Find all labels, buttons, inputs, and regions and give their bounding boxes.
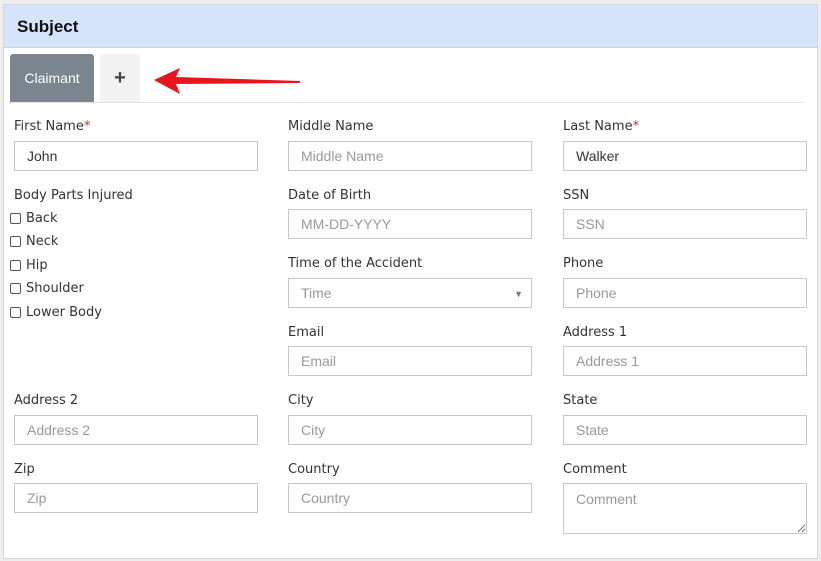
middle-name-label: Middle Name <box>288 119 374 134</box>
checkbox-label: Lower Body <box>26 304 102 320</box>
checkbox-icon[interactable] <box>10 306 21 318</box>
first-name-label: First Name* <box>14 119 91 134</box>
checkbox-shoulder[interactable]: Shoulder <box>10 278 84 298</box>
time-select[interactable]: Time ▼ <box>288 278 532 308</box>
checkbox-back[interactable]: Back <box>10 208 58 228</box>
checkbox-icon[interactable] <box>10 259 21 271</box>
checkbox-label: Neck <box>26 233 59 249</box>
comment-textarea[interactable] <box>563 483 807 534</box>
dob-input[interactable] <box>288 209 532 239</box>
middle-name-input[interactable] <box>288 141 532 171</box>
checkbox-label: Hip <box>26 257 48 273</box>
checkbox-neck[interactable]: Neck <box>10 231 58 251</box>
comment-label: Comment <box>563 462 627 477</box>
email-label: Email <box>288 325 325 340</box>
phone-input[interactable] <box>563 278 807 308</box>
country-label: Country <box>288 462 340 477</box>
zip-label: Zip <box>14 462 35 477</box>
add-tab-button[interactable]: + <box>100 54 140 102</box>
checkbox-hip[interactable]: Hip <box>10 255 48 275</box>
tab-claimant[interactable]: Claimant <box>10 54 94 102</box>
tab-divider <box>10 102 804 103</box>
state-label: State <box>563 393 598 408</box>
city-label: City <box>288 393 314 408</box>
time-select-value: Time <box>301 285 332 301</box>
dob-label: Date of Birth <box>288 188 372 203</box>
first-name-input[interactable] <box>14 141 258 171</box>
caret-down-icon: ▼ <box>514 289 523 299</box>
body-parts-label: Body Parts Injured <box>14 188 133 203</box>
city-input[interactable] <box>288 415 532 445</box>
country-input[interactable] <box>288 483 532 513</box>
panel-title: Subject <box>17 17 79 36</box>
checkbox-icon[interactable] <box>10 235 21 247</box>
time-of-accident-label: Time of the Accident <box>288 256 423 271</box>
state-input[interactable] <box>563 415 807 445</box>
checkbox-label: Shoulder <box>26 280 84 296</box>
zip-input[interactable] <box>14 483 258 513</box>
email-input[interactable] <box>288 346 532 376</box>
last-name-input[interactable] <box>563 141 807 171</box>
address2-input[interactable] <box>14 415 258 445</box>
checkbox-icon[interactable] <box>10 212 21 224</box>
address2-label: Address 2 <box>14 393 79 408</box>
address1-label: Address 1 <box>563 325 628 340</box>
checkbox-icon[interactable] <box>10 282 21 294</box>
phone-label: Phone <box>563 256 604 271</box>
checkbox-lower-body[interactable]: Lower Body <box>10 302 102 322</box>
address1-input[interactable] <box>563 346 807 376</box>
checkbox-label: Back <box>26 210 58 226</box>
panel-header: Subject <box>4 5 817 48</box>
red-arrow-icon <box>154 68 300 94</box>
last-name-label: Last Name* <box>563 119 640 134</box>
ssn-input[interactable] <box>563 209 807 239</box>
ssn-label: SSN <box>563 188 590 203</box>
